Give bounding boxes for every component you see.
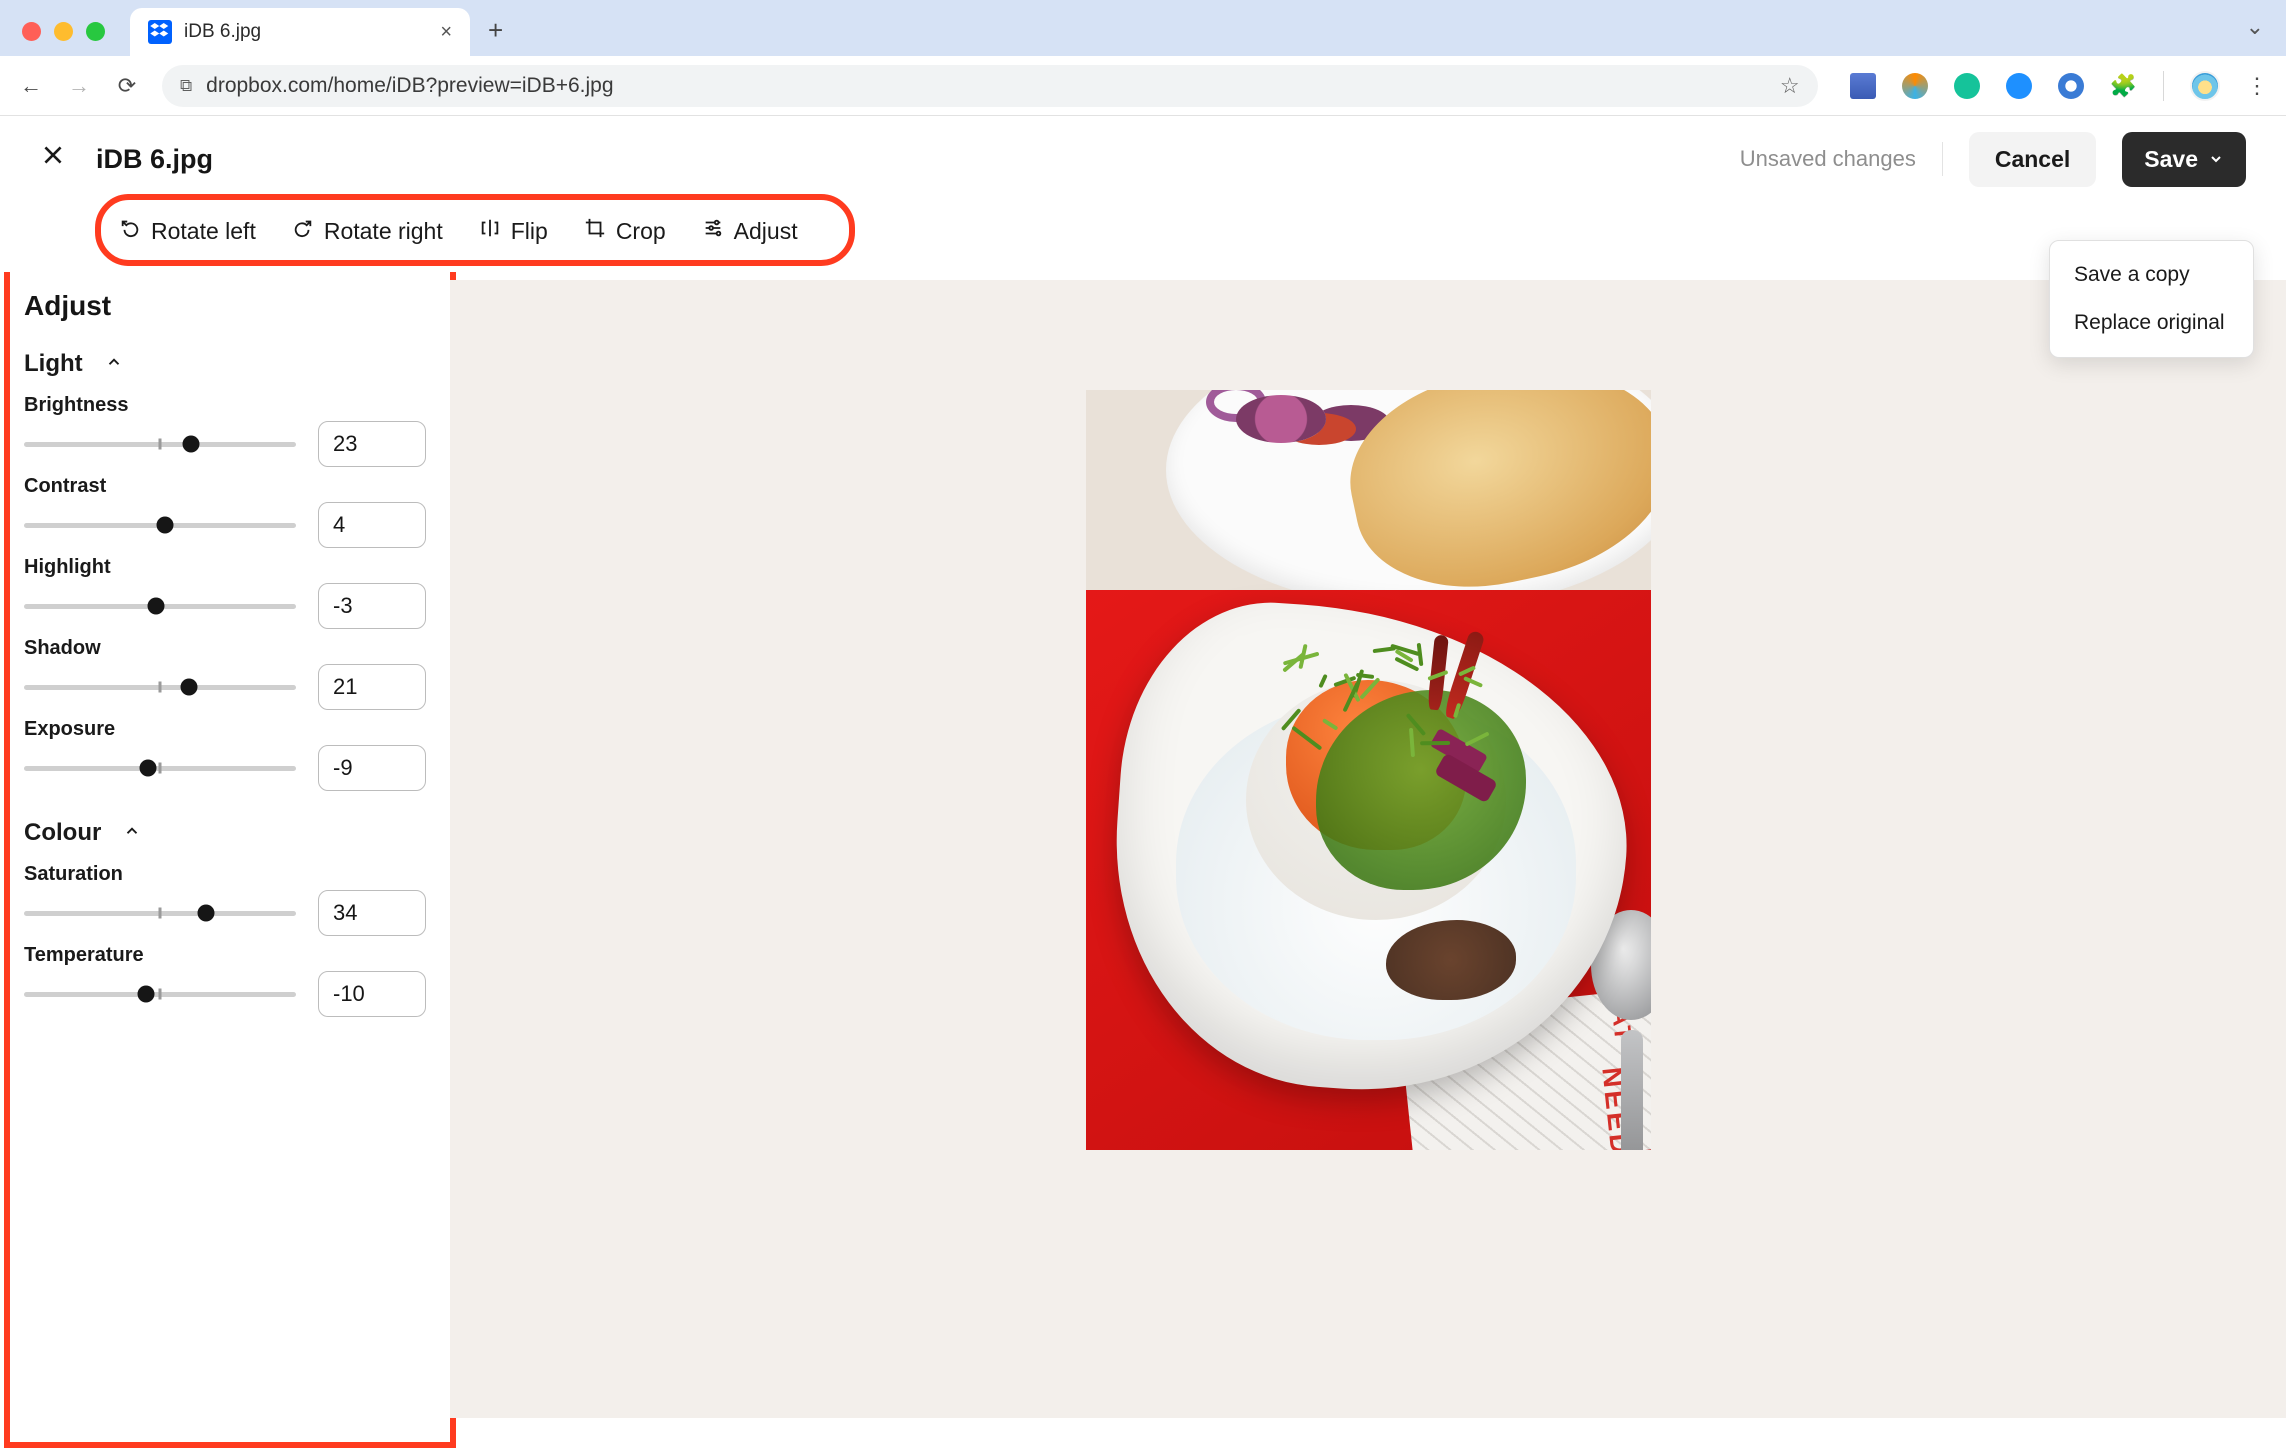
adjust-icon — [702, 217, 724, 245]
cancel-button[interactable]: Cancel — [1969, 132, 2096, 187]
shadow-slider[interactable] — [24, 669, 296, 705]
slider-label: Highlight — [24, 556, 426, 579]
reload-button[interactable]: ⟳ — [114, 73, 140, 99]
contrast-value-input[interactable] — [318, 502, 426, 548]
temperature-value-input[interactable] — [318, 971, 426, 1017]
save-menu: Save a copy Replace original — [2049, 240, 2254, 358]
contrast-slider[interactable] — [24, 507, 296, 543]
extension-icon[interactable] — [2006, 73, 2032, 99]
rotate-right-button[interactable]: Rotate right — [292, 217, 443, 245]
extensions-area: 🧩 ⋮ — [1850, 71, 2268, 101]
slider-label: Exposure — [24, 718, 426, 741]
section-label: Colour — [24, 819, 101, 847]
shadow-value-input[interactable] — [318, 664, 426, 710]
slider-label: Temperature — [24, 944, 426, 967]
exposure-slider[interactable] — [24, 750, 296, 786]
save-button[interactable]: Save — [2122, 132, 2246, 187]
dropbox-favicon-icon — [148, 20, 172, 44]
url-text: dropbox.com/home/iDB?preview=iDB+6.jpg — [206, 74, 613, 98]
brightness-slider[interactable] — [24, 426, 296, 462]
window-minimize-icon[interactable] — [54, 22, 73, 41]
back-button[interactable]: ← — [18, 73, 44, 99]
slider-label: Shadow — [24, 637, 426, 660]
address-bar[interactable]: ⧉ dropbox.com/home/iDB?preview=iDB+6.jpg… — [162, 65, 1818, 107]
window-zoom-icon[interactable] — [86, 22, 105, 41]
panel-title: Adjust — [24, 290, 426, 322]
adjust-panel: Adjust Light Brightness Contrast Highlight… — [0, 280, 450, 1418]
close-editor-button[interactable] — [40, 142, 66, 176]
flip-button[interactable]: Flip — [479, 217, 548, 245]
preview-image[interactable]: NEED HAT — [1086, 390, 1651, 1150]
extension-icon[interactable] — [1954, 73, 1980, 99]
colour-section-toggle[interactable]: Colour — [24, 819, 426, 847]
save-button-label: Save — [2144, 146, 2198, 173]
extension-icon[interactable] — [1902, 73, 1928, 99]
rotate-left-button[interactable]: Rotate left — [119, 217, 256, 245]
chrome-menu-icon[interactable]: ⋮ — [2246, 73, 2268, 99]
exposure-value-input[interactable] — [318, 745, 426, 791]
browser-tab-strip: iDB 6.jpg × + ⌄ — [0, 0, 2286, 56]
brightness-value-input[interactable] — [318, 421, 426, 467]
slider-label: Contrast — [24, 475, 426, 498]
forward-button[interactable]: → — [66, 73, 92, 99]
edit-toolbar: Rotate left Rotate right Flip Crop Adjus… — [95, 202, 2191, 260]
tool-label: Adjust — [734, 218, 798, 245]
saturation-value-input[interactable] — [318, 890, 426, 936]
light-section-toggle[interactable]: Light — [24, 350, 426, 378]
crop-button[interactable]: Crop — [584, 217, 666, 245]
tab-title: iDB 6.jpg — [184, 21, 428, 43]
highlight-value-input[interactable] — [318, 583, 426, 629]
extension-icon[interactable] — [1850, 73, 1876, 99]
flip-icon — [479, 217, 501, 245]
tab-overflow-icon[interactable]: ⌄ — [2246, 14, 2264, 40]
adjust-button[interactable]: Adjust — [702, 217, 798, 245]
rotate-left-icon — [119, 217, 141, 245]
highlight-slider[interactable] — [24, 588, 296, 624]
image-canvas: NEED HAT — [450, 280, 2286, 1418]
save-status: Unsaved changes — [1740, 146, 1916, 172]
tool-label: Crop — [616, 218, 666, 245]
browser-toolbar: ← → ⟳ ⧉ dropbox.com/home/iDB?preview=iDB… — [0, 56, 2286, 116]
temperature-slider[interactable] — [24, 976, 296, 1012]
tool-label: Rotate right — [324, 218, 443, 245]
extension-icon[interactable] — [2058, 73, 2084, 99]
separator — [1942, 142, 1943, 176]
window-controls — [22, 22, 105, 41]
saturation-slider[interactable] — [24, 895, 296, 931]
rotate-right-icon — [292, 217, 314, 245]
replace-original-item[interactable]: Replace original — [2050, 299, 2253, 347]
editor-header: iDB 6.jpg Unsaved changes Cancel Save — [0, 116, 2286, 202]
tab-close-icon[interactable]: × — [440, 21, 452, 44]
file-title: iDB 6.jpg — [96, 144, 213, 175]
browser-tab[interactable]: iDB 6.jpg × — [130, 8, 470, 56]
chevron-up-icon — [123, 819, 141, 847]
tool-label: Flip — [511, 218, 548, 245]
slider-label: Brightness — [24, 394, 426, 417]
chevron-up-icon — [105, 350, 123, 378]
bookmark-star-icon[interactable]: ☆ — [1780, 73, 1800, 99]
separator — [2163, 71, 2164, 101]
window-close-icon[interactable] — [22, 22, 41, 41]
slider-label: Saturation — [24, 863, 426, 886]
new-tab-button[interactable]: + — [488, 15, 503, 46]
save-a-copy-item[interactable]: Save a copy — [2050, 251, 2253, 299]
profile-avatar[interactable] — [2190, 71, 2220, 101]
extensions-puzzle-icon[interactable]: 🧩 — [2110, 73, 2137, 99]
section-label: Light — [24, 350, 83, 378]
site-info-icon[interactable]: ⧉ — [180, 76, 192, 96]
chevron-down-icon — [2208, 146, 2224, 173]
tool-label: Rotate left — [151, 218, 256, 245]
crop-icon — [584, 217, 606, 245]
